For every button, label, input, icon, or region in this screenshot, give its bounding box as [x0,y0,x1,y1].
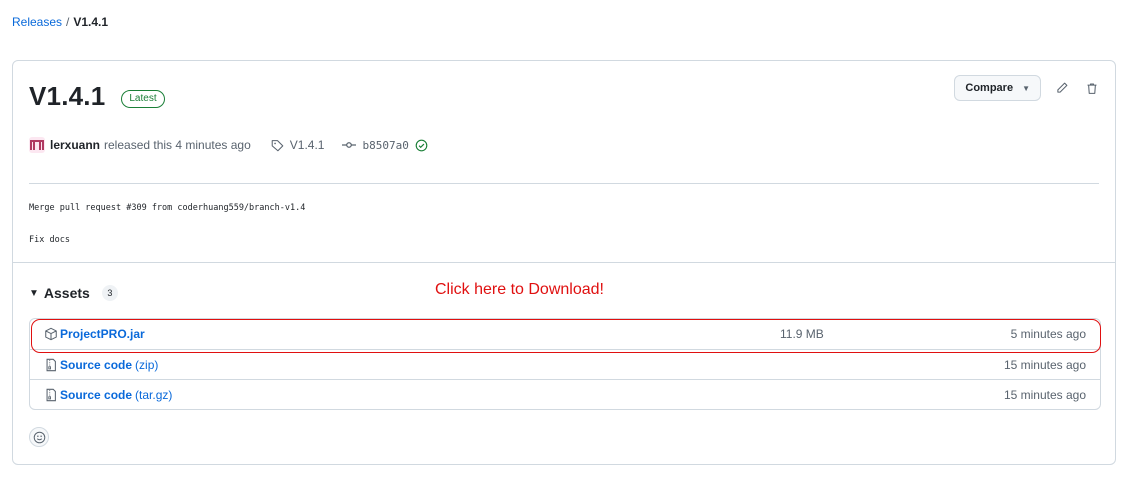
compare-label: Compare [965,82,1014,94]
asset-time: 15 minutes ago [1003,357,1086,372]
asset-format: (zip) [135,357,159,372]
asset-time: 15 minutes ago [1003,387,1086,402]
smiley-icon[interactable] [29,427,49,447]
tag-icon [271,139,284,151]
breadcrumb: Releases / V1.4.1 [12,15,108,29]
asset-name: Source code [60,387,133,402]
latest-badge: Latest [121,89,165,108]
commit-link[interactable]: b8507a0 [342,139,433,152]
asset-download-link[interactable]: ProjectPRO.jar [44,327,145,341]
tag-link[interactable]: V1.4.1 [271,138,325,152]
package-icon [45,327,57,341]
release-notes: Merge pull request #309 from coderhuang5… [29,203,305,245]
breadcrumb-releases-link[interactable]: Releases [12,15,62,29]
asset-download-link[interactable]: Source code (zip) [44,358,158,372]
asset-row: Source code (tar.gz) 15 minutes ago [30,379,1100,409]
asset-format: (tar.gz) [135,387,173,402]
compare-button[interactable]: Compare ▼ [954,75,1041,101]
release-header: V1.4.1 Latest [29,81,165,112]
commit-sha: b8507a0 [362,138,409,152]
asset-row: ProjectPRO.jar 11.9 MB 5 minutes ago [30,319,1100,349]
assets-toggle[interactable]: ▼ Assets 3 [29,285,118,301]
trash-icon[interactable] [1083,79,1101,97]
pencil-icon[interactable] [1053,79,1071,97]
commit-icon [342,142,357,148]
download-annotation: Click here to Download! [435,281,604,298]
release-meta: lerxuann released this 4 minutes ago V1.… [29,137,434,153]
release-card: V1.4.1 Latest Compare ▼ lerxuann release… [12,60,1116,465]
asset-row: Source code (zip) 15 minutes ago [30,349,1100,379]
verified-check-icon[interactable] [415,139,428,152]
assets-heading: Assets [43,285,90,301]
divider [29,183,1099,184]
asset-time: 5 minutes ago [1010,327,1086,341]
release-actions: Compare ▼ [954,75,1101,101]
asset-size: 11.9 MB [780,327,824,341]
avatar[interactable] [29,137,45,153]
file-zip-icon [46,388,56,401]
assets-count-badge: 3 [101,285,118,301]
release-notes-line: Fix docs [29,235,70,245]
triangle-down-icon: ▼ [29,287,39,299]
chevron-down-icon: ▼ [1022,83,1030,93]
release-notes-line: Merge pull request #309 from coderhuang5… [29,203,306,213]
tag-label: V1.4.1 [289,138,325,152]
author-link[interactable]: lerxuann [50,138,100,152]
released-text: released this 4 minutes ago [104,138,251,152]
release-title[interactable]: V1.4.1 [29,81,105,112]
divider [13,262,1115,263]
asset-download-link[interactable]: Source code (tar.gz) [44,388,172,402]
breadcrumb-current: V1.4.1 [73,15,109,29]
file-zip-icon [46,358,56,371]
breadcrumb-separator: / [66,15,70,29]
asset-name: Source code [60,357,133,372]
assets-list: ProjectPRO.jar 11.9 MB 5 minutes ago Sou… [29,318,1101,410]
asset-name: ProjectPRO.jar [60,327,145,341]
